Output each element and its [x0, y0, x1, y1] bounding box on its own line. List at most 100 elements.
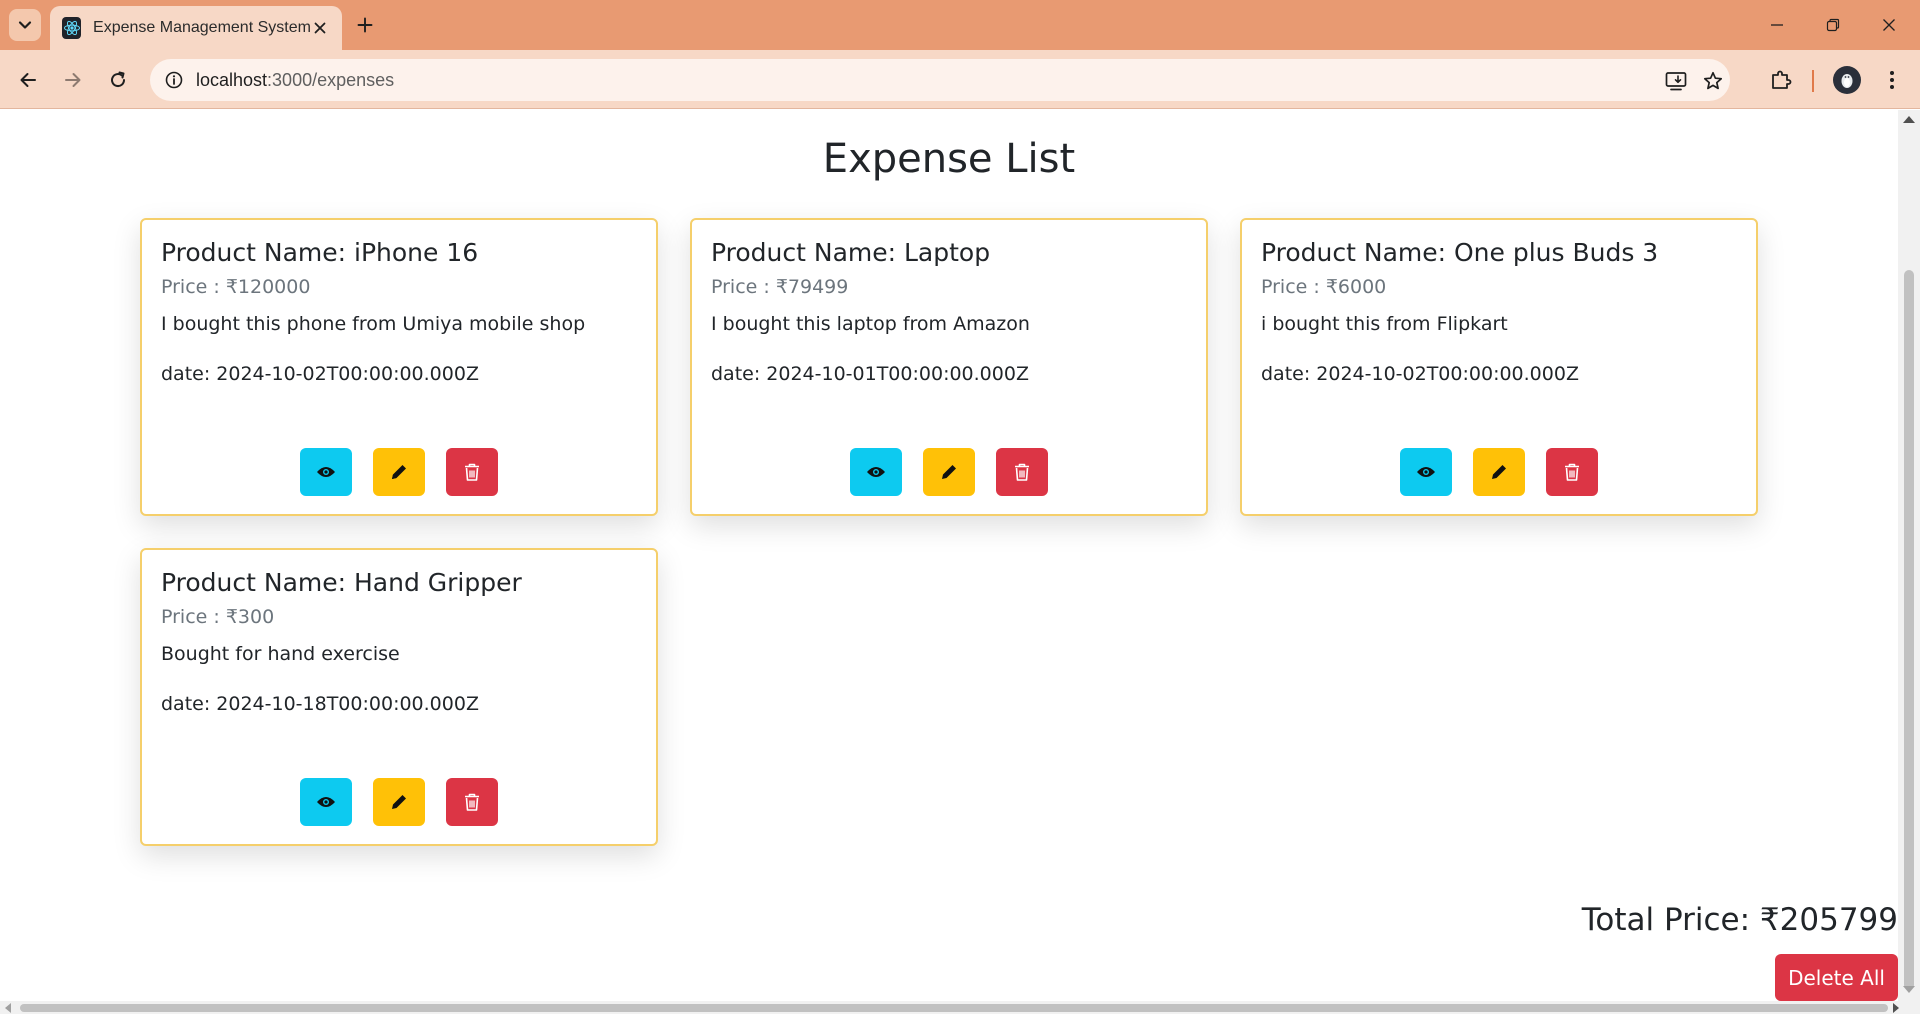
reload-button[interactable]	[100, 62, 136, 98]
bookmark-button[interactable]	[1700, 68, 1726, 94]
view-expense-button[interactable]	[300, 778, 352, 826]
delete-expense-button[interactable]	[996, 448, 1048, 496]
expense-price: Price : ₹300	[161, 606, 275, 628]
url-host: localhost	[196, 70, 268, 90]
expense-product-name: Product Name: Laptop	[711, 238, 991, 267]
expense-actions	[142, 448, 656, 496]
browser-titlebar: Expense Management System	[0, 0, 1920, 50]
expense-card: Product Name: iPhone 16 Price : ₹120000 …	[140, 218, 658, 516]
expense-date: date: 2024-10-01T00:00:00.000Z	[711, 363, 1029, 385]
avatar-icon	[1833, 66, 1861, 94]
trash-icon	[465, 793, 479, 811]
edit-expense-button[interactable]	[923, 448, 975, 496]
eye-icon	[317, 797, 335, 807]
expense-date: date: 2024-10-18T00:00:00.000Z	[161, 693, 479, 715]
extensions-button[interactable]	[1763, 62, 1799, 98]
expense-price: Price : ₹6000	[1261, 276, 1387, 298]
eye-icon	[1417, 467, 1435, 477]
toolbar-separator	[1812, 70, 1814, 92]
arrow-right-icon	[65, 73, 81, 87]
minimize-window-button[interactable]	[1760, 8, 1794, 42]
scroll-left-arrow-icon[interactable]	[5, 1003, 11, 1013]
pencil-icon	[392, 465, 406, 479]
tab-title: Expense Management System	[93, 19, 311, 36]
page-title: Expense List	[822, 136, 1076, 182]
profile-button[interactable]	[1829, 62, 1865, 98]
plus-icon	[357, 17, 373, 33]
url-text[interactable]: localhost:3000/expenses	[196, 70, 394, 91]
eye-icon	[867, 467, 885, 477]
install-app-button[interactable]	[1663, 68, 1689, 94]
expense-card: Product Name: One plus Buds 3 Price : ₹6…	[1240, 218, 1758, 516]
browser-tab-active[interactable]: Expense Management System	[50, 6, 342, 50]
delete-all-button[interactable]: Delete All	[1775, 954, 1898, 1001]
edit-expense-button[interactable]	[1473, 448, 1525, 496]
horizontal-scroll-thumb[interactable]	[20, 1004, 1888, 1012]
expense-card: Product Name: Laptop Price : ₹79499 I bo…	[690, 218, 1208, 516]
minimize-icon	[1771, 24, 1783, 26]
reload-icon	[111, 71, 126, 88]
close-window-button[interactable]	[1872, 8, 1906, 42]
scroll-down-arrow-icon[interactable]	[1903, 986, 1915, 993]
forward-button[interactable]	[55, 62, 91, 98]
pencil-icon	[392, 795, 406, 809]
chevron-down-icon	[18, 21, 32, 29]
expense-date: date: 2024-10-02T00:00:00.000Z	[1261, 363, 1579, 385]
expense-description: I bought this phone from Umiya mobile sh…	[161, 313, 586, 335]
edit-expense-button[interactable]	[373, 448, 425, 496]
info-icon	[165, 71, 183, 89]
react-logo-icon	[62, 17, 82, 39]
expense-price: Price : ₹79499	[711, 276, 849, 298]
delete-expense-button[interactable]	[446, 778, 498, 826]
tab-close-button[interactable]	[311, 17, 330, 39]
trash-icon	[465, 463, 479, 481]
tab-search-button[interactable]	[9, 9, 41, 41]
pencil-icon	[942, 465, 956, 479]
horizontal-scrollbar[interactable]	[0, 1001, 1920, 1014]
browser-menu-button[interactable]	[1874, 62, 1910, 98]
expense-price: Price : ₹120000	[161, 276, 311, 298]
browser-toolbar: localhost:3000/expenses	[0, 50, 1920, 109]
restore-icon	[1826, 18, 1840, 32]
view-expense-button[interactable]	[1400, 448, 1452, 496]
expense-product-name: Product Name: iPhone 16	[161, 238, 479, 267]
expense-description: Bought for hand exercise	[161, 643, 400, 665]
expense-actions	[142, 778, 656, 826]
expense-description: i bought this from Flipkart	[1261, 313, 1508, 335]
scroll-up-arrow-icon[interactable]	[1903, 116, 1915, 123]
more-vertical-icon	[1890, 71, 1894, 89]
site-info-button[interactable]	[162, 68, 186, 92]
expense-date: date: 2024-10-02T00:00:00.000Z	[161, 363, 479, 385]
install-app-icon	[1665, 72, 1687, 91]
url-path: :3000/expenses	[267, 70, 395, 90]
close-icon	[1883, 19, 1895, 31]
star-icon	[1703, 71, 1723, 90]
pencil-icon	[1492, 465, 1506, 479]
back-button[interactable]	[10, 62, 46, 98]
address-bar[interactable]: localhost:3000/expenses	[150, 59, 1730, 101]
vertical-scrollbar[interactable]	[1898, 110, 1920, 1001]
delete-expense-button[interactable]	[446, 448, 498, 496]
expense-card: Product Name: Hand Gripper Price : ₹300 …	[140, 548, 658, 846]
total-price: Total Price: ₹205799	[1581, 902, 1898, 938]
expense-product-name: Product Name: Hand Gripper	[161, 568, 522, 597]
view-expense-button[interactable]	[850, 448, 902, 496]
expense-actions	[692, 448, 1206, 496]
scroll-right-arrow-icon[interactable]	[1893, 1003, 1899, 1013]
restore-window-button[interactable]	[1816, 8, 1850, 42]
vertical-scroll-thumb[interactable]	[1904, 270, 1914, 990]
puzzle-icon	[1772, 70, 1792, 89]
page-viewport: Expense List Product Name: iPhone 16 Pri…	[0, 110, 1898, 1001]
arrow-left-icon	[20, 73, 36, 87]
expense-description: I bought this laptop from Amazon	[711, 313, 1030, 335]
close-icon	[315, 22, 326, 34]
expense-actions	[1242, 448, 1756, 496]
trash-icon	[1565, 463, 1579, 481]
new-tab-button[interactable]	[350, 10, 380, 40]
expense-product-name: Product Name: One plus Buds 3	[1261, 238, 1659, 267]
edit-expense-button[interactable]	[373, 778, 425, 826]
trash-icon	[1015, 463, 1029, 481]
delete-expense-button[interactable]	[1546, 448, 1598, 496]
view-expense-button[interactable]	[300, 448, 352, 496]
eye-icon	[317, 467, 335, 477]
